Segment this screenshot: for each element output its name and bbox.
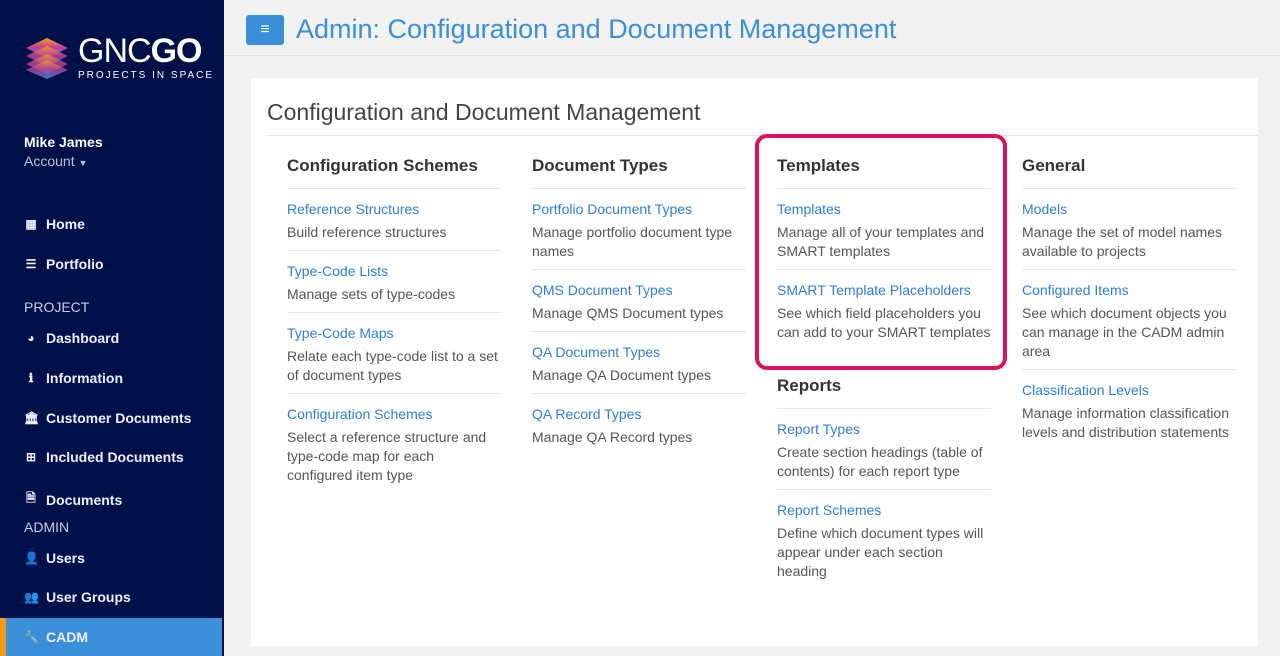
entry-description: Build reference structures xyxy=(287,224,447,240)
list-item: QMS Document Types Manage QMS Document ty… xyxy=(532,282,746,332)
users-icon: 👥 xyxy=(24,590,39,604)
label: Documents xyxy=(46,491,123,508)
label: Portfolio xyxy=(46,256,104,272)
account-label: Account xyxy=(24,153,75,169)
list-item: Reference Structures Build reference stru… xyxy=(287,201,501,251)
entry-description: Manage QA Document types xyxy=(532,367,711,383)
entry-link[interactable]: Models xyxy=(1022,201,1236,217)
list-item: Configuration Schemes Select a reference … xyxy=(287,406,501,493)
entry-description: Define which document types will appear … xyxy=(777,525,984,579)
entry-link[interactable]: QMS Document Types xyxy=(532,282,746,298)
entry-link[interactable]: Configured Items xyxy=(1022,282,1236,298)
brand-light: GNC xyxy=(78,32,152,70)
sidebar-item-user-groups[interactable]: 👥 User Groups xyxy=(24,589,131,605)
entry-description: Manage the set of model names available … xyxy=(1022,224,1223,259)
sidebar-item-included-documents[interactable]: ⊞ Included Documents xyxy=(24,449,184,465)
label: User Groups xyxy=(46,589,131,605)
entry-description: Manage sets of type-codes xyxy=(287,286,456,302)
entry-description: Relate each type-code list to a set of d… xyxy=(287,348,498,383)
sidebar-item-portfolio[interactable]: ☰ Portfolio xyxy=(24,256,104,272)
user-icon: 👤 xyxy=(24,551,39,565)
info-icon: ℹ xyxy=(28,371,34,385)
entry-description: Manage information classification levels… xyxy=(1022,405,1229,440)
entry-link[interactable]: Type-Code Maps xyxy=(287,325,501,341)
section-admin: ADMIN xyxy=(24,519,70,535)
list-item: Portfolio Document Types Manage portfolio… xyxy=(532,201,746,270)
plus-square-icon: ⊞ xyxy=(25,450,37,464)
user-name: Mike James xyxy=(24,134,103,150)
header: ≡ Admin: Configuration and Document Mana… xyxy=(224,0,1280,56)
entry-description: Manage portfolio document type names xyxy=(532,224,733,259)
dashboard-icon: ◕ xyxy=(27,331,35,345)
list-item: Models Manage the set of model names avai… xyxy=(1022,201,1236,270)
entry-link[interactable]: Type-Code Lists xyxy=(287,263,501,279)
brand-bold: GO xyxy=(150,32,203,70)
column-heading: Document Types xyxy=(532,156,746,189)
layers-logo-icon xyxy=(26,37,68,79)
entry-description: Manage QMS Document types xyxy=(532,305,724,321)
sidebar-item-home[interactable]: ▦ Home xyxy=(24,216,85,232)
wrench-icon: 🔧 xyxy=(24,630,39,644)
entry-link[interactable]: Report Schemes xyxy=(777,502,991,518)
entry-link[interactable]: Portfolio Document Types xyxy=(532,201,746,217)
entry-link[interactable]: Classification Levels xyxy=(1022,382,1236,398)
section-project: PROJECT xyxy=(24,299,90,315)
sidebar-item-customer-documents[interactable]: 🏛 Customer Documents xyxy=(24,410,191,426)
account-dropdown[interactable]: Account ▼ xyxy=(24,153,103,169)
templates-highlight-box xyxy=(755,134,1007,370)
label: Dashboard xyxy=(46,330,120,346)
list-item: Configured Items See which document objec… xyxy=(1022,282,1236,370)
column-heading: General xyxy=(1022,156,1236,189)
label: CADM xyxy=(46,629,88,645)
column-heading: Reports xyxy=(777,376,991,409)
caret-down-icon: ▼ xyxy=(78,158,88,168)
entry-link[interactable]: Report Types xyxy=(777,421,991,437)
bank-icon: 🏛 xyxy=(24,411,40,425)
sidebar: GNCGO PROJECTS IN SPACE Mike James Accou… xyxy=(0,0,224,656)
entry-description: Select a reference structure and type-co… xyxy=(287,429,487,483)
entry-description: Create section headings (table of conten… xyxy=(777,444,983,479)
sidebar-item-cadm[interactable]: 🔧 CADM xyxy=(0,618,222,656)
tagline: PROJECTS IN SPACE xyxy=(78,70,215,81)
column-reports: Reports Report Types Create section headin… xyxy=(777,376,991,601)
sidebar-item-documents[interactable]: 🗎 Documents xyxy=(24,489,122,510)
entry-description: Manage QA Record types xyxy=(532,429,693,445)
entry-link[interactable]: QA Record Types xyxy=(532,406,746,422)
list-item: Report Schemes Define which document type… xyxy=(777,502,991,589)
entry-description: See which document objects you can manag… xyxy=(1022,305,1227,359)
list-item: Report Types Create section headings (tab… xyxy=(777,421,991,490)
label: Included Documents xyxy=(46,449,184,465)
column-configuration-schemes: Configuration Schemes Reference Structure… xyxy=(287,156,501,505)
column-heading: Configuration Schemes xyxy=(287,156,501,189)
page-title: Admin: Configuration and Document Manage… xyxy=(296,14,897,44)
entry-link[interactable]: QA Document Types xyxy=(532,344,746,360)
menu-toggle-button[interactable]: ≡ xyxy=(246,15,284,45)
list-item: QA Document Types Manage QA Document type… xyxy=(532,344,746,394)
list-item: Classification Levels Manage information … xyxy=(1022,382,1236,450)
entry-link[interactable]: Configuration Schemes xyxy=(287,406,501,422)
sidebar-item-users[interactable]: 👤 Users xyxy=(24,550,85,566)
column-document-types: Document Types Portfolio Document Types Ma… xyxy=(532,156,746,467)
panel-title: Configuration and Document Management xyxy=(267,99,701,125)
word-file-icon: 🗎 xyxy=(26,491,36,505)
logo[interactable]: GNCGO PROJECTS IN SPACE xyxy=(24,34,214,81)
list-icon: ☰ xyxy=(25,257,37,271)
entry-link[interactable]: Reference Structures xyxy=(287,201,501,217)
label: Information xyxy=(46,370,123,386)
sidebar-item-dashboard[interactable]: ◕ Dashboard xyxy=(24,330,119,346)
label: Customer Documents xyxy=(46,410,192,426)
label: Users xyxy=(46,550,85,566)
column-general: General Models Manage the set of model nam… xyxy=(1022,156,1236,462)
th-large-icon: ▦ xyxy=(25,217,37,231)
hamburger-icon: ≡ xyxy=(260,21,270,38)
list-item: QA Record Types Manage QA Record types xyxy=(532,406,746,455)
sidebar-item-information[interactable]: ℹ Information xyxy=(24,370,123,386)
list-item: Type-Code Maps Relate each type-code list… xyxy=(287,325,501,394)
main-panel: Configuration and Document Management Co… xyxy=(251,78,1258,646)
label: Home xyxy=(46,216,85,232)
list-item: Type-Code Lists Manage sets of type-codes xyxy=(287,263,501,313)
